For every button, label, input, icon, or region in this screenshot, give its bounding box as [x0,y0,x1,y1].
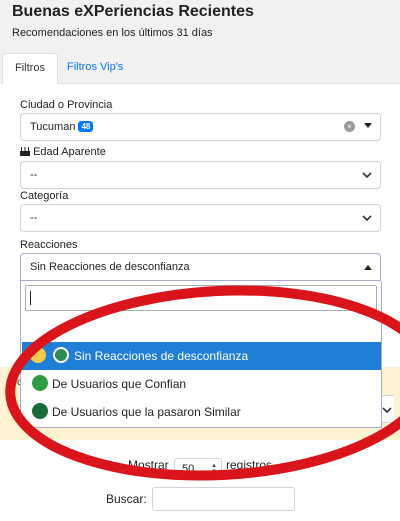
option-usuarios-confian[interactable]: De Usuarios que Confian [22,370,381,398]
page-length-select[interactable]: 50 ▲ ▼ [174,458,222,480]
categoria-value: -- [30,212,38,224]
categoria-label: Categoría [20,190,69,202]
page-header: Buenas eXPeriencias Recientes Recomendac… [0,0,400,48]
ciudad-select[interactable]: Tucuman 48 × [20,113,381,141]
tab-filtros[interactable]: Filtros [2,53,58,84]
page-title: Buenas eXPeriencias Recientes [12,3,254,20]
filter-tabs: Filtros Filtros Vip's [0,48,400,84]
cake-icon [20,146,33,158]
clear-icon[interactable]: × [344,121,355,132]
chevron-down-icon [362,215,372,222]
spinner-icon: ▲ ▼ [211,463,217,475]
reacciones-dropdown: Sin Reacciones de desconfianza De Usuari… [20,281,382,428]
chevron-down-icon [362,172,372,179]
reacciones-select[interactable]: Sin Reacciones de desconfianza [20,253,381,281]
categoria-select[interactable]: -- [20,204,381,232]
records-label: registros [226,458,273,472]
page-length-value: 50 [182,463,195,475]
edad-label-text: Edad Aparente [33,146,106,158]
reacciones-label: Reacciones [20,239,78,251]
show-label: Mostrar [128,458,169,472]
thinking-emoji-icon [30,347,46,363]
option-label: De Usuarios que Confian [52,377,187,391]
edad-value: -- [30,169,38,181]
ciudad-value: Tucuman [30,121,76,133]
check-badge-icon [32,375,48,391]
search-label: Buscar: [106,492,147,506]
ciudad-label: Ciudad o Provincia [20,99,113,111]
option-label: Sin Reacciones de desconfianza [74,349,249,363]
option-label: De Usuarios que la pasaron Similar [52,405,241,419]
option-usuarios-similar[interactable]: De Usuarios que la pasaron Similar [22,398,381,426]
reacciones-value: Sin Reacciones de desconfianza [30,261,190,273]
text-cursor [30,291,31,305]
edad-label: Edad Aparente [20,146,106,158]
chevron-down-icon [382,407,392,414]
equal-badge-icon [32,403,48,419]
page-subtitle: Recomendaciones en los últimos 31 días [12,27,213,39]
option-sin-reacciones[interactable]: Sin Reacciones de desconfianza [22,342,381,370]
table-search-input[interactable] [152,487,295,511]
tab-filtros-vip[interactable]: Filtros Vip's [55,53,135,84]
edad-select[interactable]: -- [20,161,381,189]
dropdown-search-input[interactable] [25,285,377,311]
no-reaction-icon [53,347,69,363]
ciudad-count-badge: 48 [78,121,94,132]
caret-down-icon [364,123,372,128]
order-select[interactable] [380,395,394,423]
caret-up-icon [364,265,372,270]
